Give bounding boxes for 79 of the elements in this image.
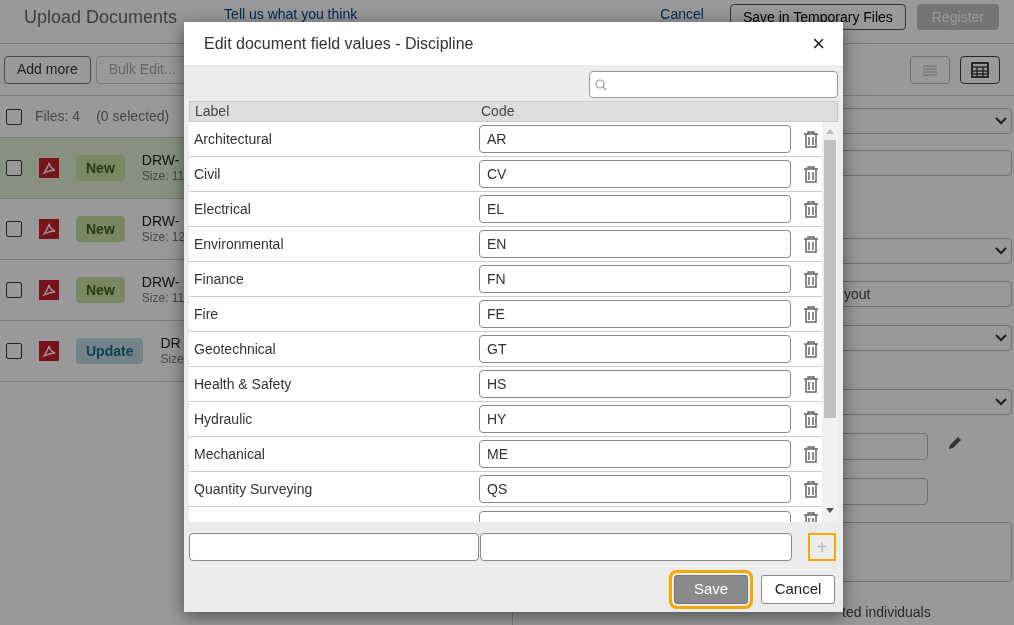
- chevron-down-icon: [995, 247, 1007, 255]
- pdf-file-icon: [39, 219, 59, 239]
- search-field[interactable]: [589, 71, 838, 98]
- label-cell-text: Electrical: [193, 199, 252, 219]
- feedback-link[interactable]: Tell us what you think: [224, 6, 358, 22]
- label-cell-text: Hydraulic: [193, 409, 254, 429]
- pdf-file-icon: [39, 280, 59, 300]
- label-cell-text: Quantity Surveying: [193, 479, 314, 499]
- page-title: Upload Documents: [24, 6, 178, 29]
- label-cell-text: Environmental: [193, 234, 285, 254]
- code-field[interactable]: EN: [479, 230, 791, 258]
- list-icon: [922, 63, 938, 76]
- table-icon: [971, 61, 989, 78]
- row-checkbox[interactable]: [6, 343, 22, 359]
- file-name: DRW-: [141, 274, 181, 290]
- checkbox-label: ted individuals: [841, 603, 932, 622]
- code-field[interactable]: CV: [479, 160, 791, 188]
- label-input[interactable]: [189, 533, 479, 561]
- status-badge: Update: [76, 338, 144, 364]
- file-name: DRW-: [141, 213, 181, 229]
- close-button[interactable]: ×: [812, 32, 825, 55]
- status-badge: New: [76, 155, 125, 181]
- pdf-file-icon: [39, 341, 59, 361]
- status-badge: New: [76, 216, 125, 242]
- label-cell-text: Finance: [193, 269, 245, 289]
- label-cell-text: Mechanical: [193, 444, 266, 464]
- code-field[interactable]: EL: [479, 195, 791, 223]
- trash-icon: [803, 305, 819, 323]
- files-count: Files: 4: [35, 107, 81, 126]
- label-cell-text: Geotechnical: [193, 339, 277, 359]
- file-size: Size: 11: [141, 290, 185, 306]
- trash-icon: [803, 340, 819, 358]
- cancel-button[interactable]: Cancel: [761, 575, 835, 604]
- trash-icon: [803, 235, 819, 253]
- column-header: Label: [194, 102, 231, 121]
- trash-icon: [803, 165, 819, 183]
- selected-count: (0 selected): [96, 107, 170, 126]
- trash-icon: [803, 270, 819, 288]
- code-field[interactable]: AR: [479, 125, 791, 153]
- code-field[interactable]: QS: [479, 475, 791, 503]
- code-field[interactable]: FE: [479, 300, 791, 328]
- file-name: DRW-: [141, 152, 181, 168]
- row-checkbox[interactable]: [6, 282, 22, 298]
- file-name: DR: [160, 335, 182, 351]
- row-checkbox[interactable]: [6, 160, 22, 176]
- chevron-down-icon: [995, 398, 1007, 406]
- label-cell-text: Health & Safety: [193, 374, 293, 394]
- table-view-button[interactable]: [960, 55, 1000, 84]
- chevron-down-icon: [995, 334, 1007, 342]
- code-input[interactable]: [480, 533, 792, 561]
- scroll-down-icon: [826, 508, 834, 514]
- add-more-button[interactable]: Add more: [4, 55, 91, 84]
- chevron-down-icon: [995, 117, 1007, 125]
- label-cell-text: Architectural: [193, 129, 273, 149]
- file-size: Size: 11: [141, 168, 185, 184]
- column-header: Code: [481, 102, 515, 121]
- row-checkbox[interactable]: [6, 221, 22, 237]
- code-field[interactable]: GT: [479, 335, 791, 363]
- status-badge: New: [76, 277, 125, 303]
- file-size: Size: 12: [141, 229, 186, 245]
- search-icon: [595, 78, 607, 91]
- label-cell-text: Civil: [193, 164, 222, 184]
- select-all-checkbox[interactable]: [6, 108, 22, 125]
- code-field[interactable]: ME: [479, 440, 791, 468]
- code-field[interactable]: HS: [479, 370, 791, 398]
- code-field[interactable]: HY: [479, 405, 791, 433]
- trash-icon: [803, 200, 819, 218]
- code-field[interactable]: FN: [479, 265, 791, 293]
- cancel-link[interactable]: Cancel: [660, 6, 704, 22]
- trash-icon: [803, 130, 819, 148]
- pdf-file-icon: [39, 158, 59, 178]
- trash-icon: [803, 445, 819, 463]
- trash-icon: [803, 410, 819, 428]
- trash-icon: [803, 480, 819, 498]
- label-cell-text: Fire: [193, 304, 220, 324]
- trash-icon: [803, 375, 819, 393]
- dialog-title: Edit document field values - Discipline: [204, 33, 474, 54]
- scroll-up-icon: [826, 128, 834, 134]
- file-size: Size: [160, 351, 184, 367]
